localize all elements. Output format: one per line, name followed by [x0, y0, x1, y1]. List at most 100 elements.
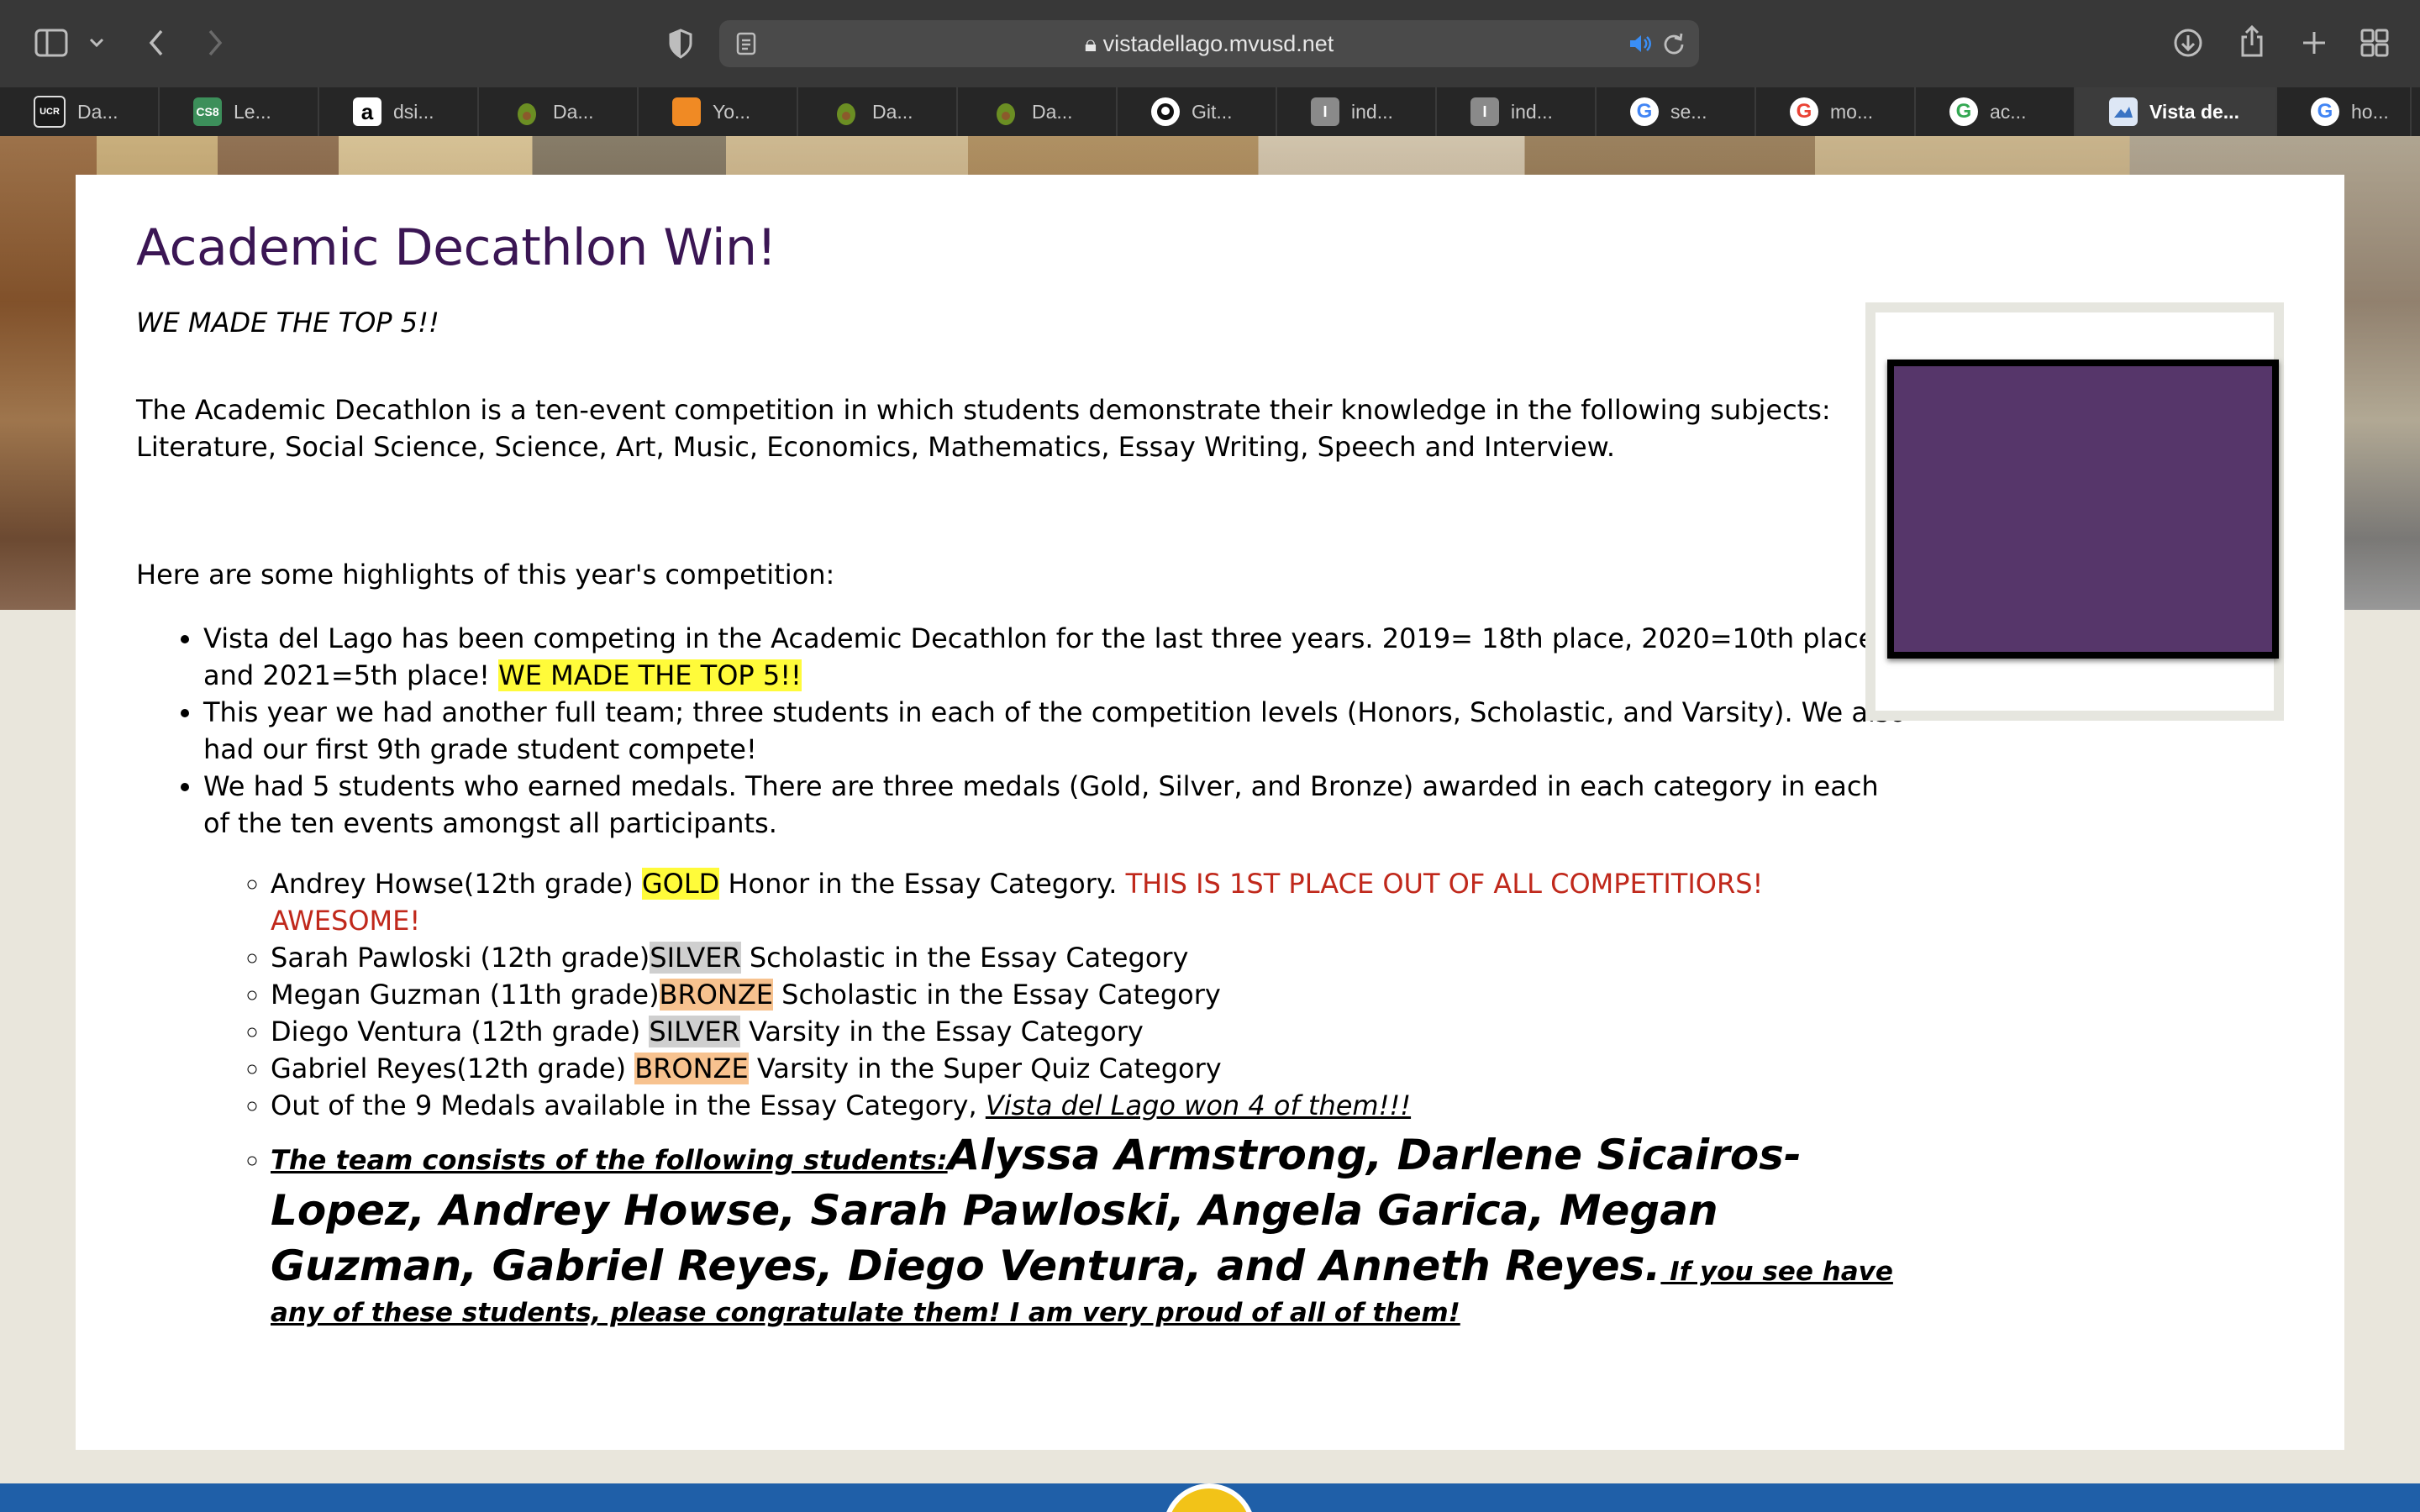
- tab-8[interactable]: Git...: [1118, 87, 1277, 136]
- forward-icon[interactable]: [198, 25, 232, 60]
- back-icon[interactable]: [139, 25, 173, 60]
- team-lead-text: The team consists of the following stude…: [271, 1144, 948, 1176]
- tab-10[interactable]: Iind...: [1437, 87, 1597, 136]
- tab-6[interactable]: Da...: [798, 87, 958, 136]
- tab-13[interactable]: Gac...: [1916, 87, 2075, 136]
- side-image-placeholder: [1887, 360, 2279, 659]
- tab-label: Da...: [553, 100, 594, 123]
- google-icon: G: [1949, 97, 1978, 126]
- tab-label: ho...: [2351, 100, 2389, 123]
- url-label: vistadellago.mvusd.net: [1102, 31, 1334, 56]
- medal-item: Andrey Howse(12th grade) GOLD Honor in t…: [271, 865, 1909, 939]
- tab-label: Vista de...: [2149, 100, 2239, 123]
- tab-14-active[interactable]: Vista de...: [2075, 87, 2277, 136]
- cs8-icon: CS8: [193, 97, 222, 126]
- medal-item: Out of the 9 Medals available in the Ess…: [271, 1087, 1909, 1124]
- side-widget-frame: [1865, 302, 2284, 721]
- tab-11[interactable]: Gse...: [1597, 87, 1756, 136]
- audio-playing-icon[interactable]: [1627, 31, 1654, 56]
- list-item: We had 5 students who earned medals. The…: [203, 768, 1909, 842]
- tab-label: Yo...: [713, 100, 751, 123]
- student-text: Gabriel Reyes(12th grade): [271, 1053, 635, 1084]
- tab-overview-icon[interactable]: [2358, 25, 2391, 60]
- student-text: Sarah Pawloski (12th grade): [271, 942, 650, 974]
- i-icon: I: [1470, 97, 1499, 126]
- github-icon: [1151, 97, 1180, 126]
- top5-highlight: WE MADE THE TOP 5!!: [498, 659, 802, 691]
- tab-12[interactable]: Gmo...: [1756, 87, 1916, 136]
- tab-7[interactable]: Da...: [958, 87, 1118, 136]
- category-text: Varsity in the Super Quiz Category: [748, 1053, 1222, 1084]
- student-text: Diego Ventura (12th grade): [271, 1016, 650, 1047]
- category-text: Varsity in the Essay Category: [739, 1016, 1144, 1047]
- medal-count-emphasis: Vista del Lago won 4 of them!!!: [985, 1089, 1412, 1121]
- avocado-icon: [513, 97, 541, 126]
- student-text: Megan Guzman (11th grade): [271, 979, 660, 1011]
- privacy-shield-icon[interactable]: [664, 25, 697, 62]
- i-icon: I: [1311, 97, 1339, 126]
- bronze-badge: BRONZE: [634, 1053, 749, 1084]
- vista-icon: [2109, 97, 2138, 126]
- article-panel: Academic Decathlon Win! WE MADE THE TOP …: [76, 175, 2344, 1450]
- highlights-list: Vista del Lago has been competing in the…: [136, 620, 1909, 842]
- tab-label: ind...: [1351, 100, 1393, 123]
- list-item: This year we had another full team; thre…: [203, 694, 1909, 768]
- downloads-icon[interactable]: [2171, 25, 2205, 60]
- tab-1[interactable]: UCR Da...: [0, 87, 160, 136]
- tab-strip: UCR Da... CS8 Le... a dsi... Da... Yo... Da…: [0, 87, 2420, 136]
- url-text[interactable]: 🔒︎ vistadellago.mvusd.net: [719, 20, 1699, 67]
- orange-box-icon: [672, 97, 701, 126]
- medal-item: Megan Guzman (11th grade)BRONZE Scholast…: [271, 976, 1909, 1013]
- tab-5[interactable]: Yo...: [639, 87, 798, 136]
- google-icon: G: [1630, 97, 1659, 126]
- category-text: Scholastic in the Essay Category: [773, 979, 1221, 1011]
- address-bar[interactable]: 🔒︎ vistadellago.mvusd.net: [719, 20, 1699, 67]
- category-text: Scholastic in the Essay Category: [740, 942, 1189, 974]
- tab-label: Da...: [77, 100, 118, 123]
- tab-label: dsi...: [393, 100, 434, 123]
- summary-text: Out of the 9 Medals available in the Ess…: [271, 1089, 986, 1121]
- school-logo-icon: [1163, 1483, 1255, 1512]
- tab-4[interactable]: Da...: [479, 87, 639, 136]
- ucr-learn-icon: UCR: [34, 96, 66, 128]
- new-tab-icon[interactable]: [2297, 25, 2331, 60]
- bronze-badge: BRONZE: [659, 979, 773, 1011]
- tab-label: se...: [1670, 100, 1707, 123]
- amazon-icon: a: [353, 97, 381, 126]
- tab-15[interactable]: Gho...: [2277, 87, 2412, 136]
- intro-paragraph: The Academic Decathlon is a ten-event co…: [136, 394, 1831, 463]
- tab-2[interactable]: CS8 Le...: [160, 87, 319, 136]
- avocado-icon: [992, 97, 1020, 126]
- team-item: The team consists of the following stude…: [271, 1127, 1909, 1332]
- bullet-text: Vista del Lago has been competing in the…: [203, 622, 1884, 691]
- browser-toolbar: 🔒︎ vistadellago.mvusd.net: [0, 0, 2420, 89]
- tab-label: Da...: [872, 100, 913, 123]
- google-icon: G: [1790, 97, 1818, 126]
- page-title: Academic Decathlon Win!: [136, 218, 777, 277]
- reload-icon[interactable]: [1660, 30, 1687, 57]
- medal-item: Sarah Pawloski (12th grade)SILVER Schola…: [271, 939, 1909, 976]
- tab-3[interactable]: a dsi...: [319, 87, 479, 136]
- avocado-icon: [832, 97, 860, 126]
- tab-label: ind...: [1511, 100, 1553, 123]
- chevron-down-icon[interactable]: [84, 30, 109, 55]
- sidebar-toggle-icon[interactable]: [32, 25, 71, 60]
- silver-badge: SILVER: [650, 942, 741, 974]
- silver-badge: SILVER: [649, 1016, 740, 1047]
- tab-label: mo...: [1830, 100, 1874, 123]
- tab-label: ac...: [1990, 100, 2027, 123]
- tab-label: Git...: [1192, 100, 1233, 123]
- student-text: Andrey Howse(12th grade): [271, 868, 642, 900]
- highlights-intro: Here are some highlights of this year's …: [136, 559, 835, 591]
- lock-icon: 🔒︎: [1084, 31, 1097, 56]
- tab-9[interactable]: Iind...: [1277, 87, 1437, 136]
- gold-badge: GOLD: [641, 868, 720, 900]
- category-text: Honor in the Essay Category.: [719, 868, 1126, 900]
- tab-label: Da...: [1032, 100, 1073, 123]
- medal-item: Diego Ventura (12th grade) SILVER Varsit…: [271, 1013, 1909, 1050]
- article-subtitle: WE MADE THE TOP 5!!: [136, 307, 439, 339]
- tab-label: Le...: [234, 100, 271, 123]
- share-icon[interactable]: [2235, 22, 2269, 60]
- list-item: Vista del Lago has been competing in the…: [203, 620, 1909, 694]
- google-icon: G: [2311, 97, 2339, 126]
